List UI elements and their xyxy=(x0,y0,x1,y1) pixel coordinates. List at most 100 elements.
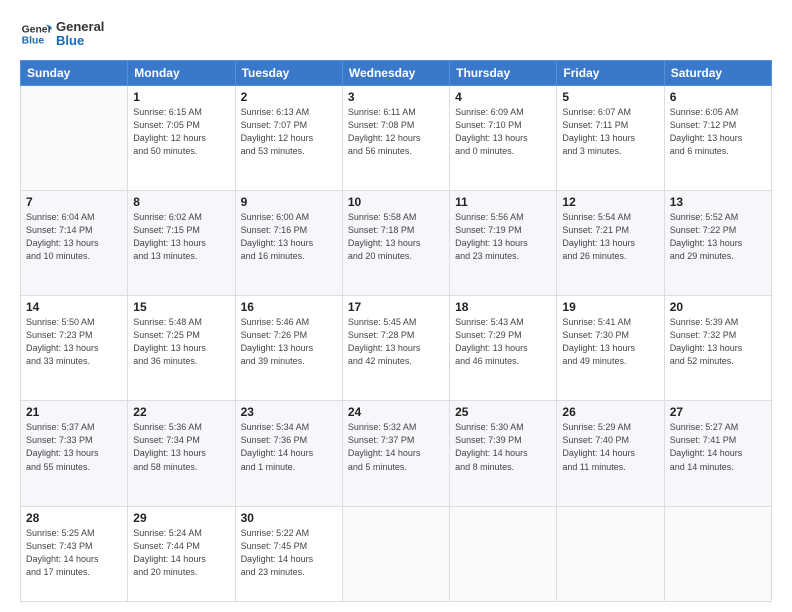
sun-info: Sunrise: 6:07 AMSunset: 7:11 PMDaylight:… xyxy=(562,106,658,158)
calendar-cell: 21 Sunrise: 5:37 AMSunset: 7:33 PMDayligh… xyxy=(21,401,128,506)
svg-text:Blue: Blue xyxy=(22,36,45,47)
day-number: 9 xyxy=(241,195,337,209)
calendar-cell xyxy=(342,506,449,602)
day-number: 16 xyxy=(241,300,337,314)
day-number: 2 xyxy=(241,90,337,104)
logo: General Blue General Blue xyxy=(20,18,104,50)
day-number: 10 xyxy=(348,195,444,209)
calendar-cell: 27 Sunrise: 5:27 AMSunset: 7:41 PMDayligh… xyxy=(664,401,771,506)
day-number: 3 xyxy=(348,90,444,104)
sun-info: Sunrise: 6:02 AMSunset: 7:15 PMDaylight:… xyxy=(133,211,229,263)
sun-info: Sunrise: 5:25 AMSunset: 7:43 PMDaylight:… xyxy=(26,527,122,579)
weekday-header-tuesday: Tuesday xyxy=(235,61,342,86)
calendar-cell: 10 Sunrise: 5:58 AMSunset: 7:18 PMDayligh… xyxy=(342,191,449,296)
sun-info: Sunrise: 5:27 AMSunset: 7:41 PMDaylight:… xyxy=(670,421,766,473)
calendar-cell: 1Sunrise: 6:15 AMSunset: 7:05 PMDaylight… xyxy=(128,86,235,191)
day-number: 4 xyxy=(455,90,551,104)
day-number: 15 xyxy=(133,300,229,314)
sun-info: Sunrise: 6:13 AMSunset: 7:07 PMDaylight:… xyxy=(241,106,337,158)
weekday-header-friday: Friday xyxy=(557,61,664,86)
week-row-4: 21 Sunrise: 5:37 AMSunset: 7:33 PMDayligh… xyxy=(21,401,772,506)
sun-info: Sunrise: 6:04 AMSunset: 7:14 PMDaylight:… xyxy=(26,211,122,263)
header: General Blue General Blue xyxy=(20,18,772,50)
calendar-cell: 26 Sunrise: 5:29 AMSunset: 7:40 PMDayligh… xyxy=(557,401,664,506)
calendar-cell: 7Sunrise: 6:04 AMSunset: 7:14 PMDaylight… xyxy=(21,191,128,296)
day-number: 20 xyxy=(670,300,766,314)
calendar-cell: 18Sunrise: 5:43 AMSunset: 7:29 PMDayligh… xyxy=(450,296,557,401)
sun-info: Sunrise: 5:54 AMSunset: 7:21 PMDaylight:… xyxy=(562,211,658,263)
sun-info: Sunrise: 5:29 AMSunset: 7:40 PMDaylight:… xyxy=(562,421,658,473)
calendar-cell: 16 Sunrise: 5:46 AMSunset: 7:26 PMDayligh… xyxy=(235,296,342,401)
weekday-header-sunday: Sunday xyxy=(21,61,128,86)
page: General Blue General Blue SundayMondayTu… xyxy=(0,0,792,612)
sun-info: Sunrise: 5:32 AMSunset: 7:37 PMDaylight:… xyxy=(348,421,444,473)
sun-info: Sunrise: 5:34 AMSunset: 7:36 PMDaylight:… xyxy=(241,421,337,473)
logo-general: General xyxy=(56,20,104,34)
day-number: 24 xyxy=(348,405,444,419)
calendar-cell: 12 Sunrise: 5:54 AMSunset: 7:21 PMDayligh… xyxy=(557,191,664,296)
day-number: 14 xyxy=(26,300,122,314)
calendar-cell: 20 Sunrise: 5:39 AMSunset: 7:32 PMDayligh… xyxy=(664,296,771,401)
calendar-cell xyxy=(664,506,771,602)
calendar-cell: 8 Sunrise: 6:02 AMSunset: 7:15 PMDaylight… xyxy=(128,191,235,296)
sun-info: Sunrise: 6:05 AMSunset: 7:12 PMDaylight:… xyxy=(670,106,766,158)
sun-info: Sunrise: 6:15 AMSunset: 7:05 PMDaylight:… xyxy=(133,106,229,158)
day-number: 19 xyxy=(562,300,658,314)
sun-info: Sunrise: 5:48 AMSunset: 7:25 PMDaylight:… xyxy=(133,316,229,368)
calendar-cell: 17Sunrise: 5:45 AMSunset: 7:28 PMDayligh… xyxy=(342,296,449,401)
day-number: 26 xyxy=(562,405,658,419)
calendar-cell: 25 Sunrise: 5:30 AMSunset: 7:39 PMDayligh… xyxy=(450,401,557,506)
sun-info: Sunrise: 5:30 AMSunset: 7:39 PMDaylight:… xyxy=(455,421,551,473)
day-number: 25 xyxy=(455,405,551,419)
calendar-cell: 19 Sunrise: 5:41 AMSunset: 7:30 PMDayligh… xyxy=(557,296,664,401)
sun-info: Sunrise: 5:50 AMSunset: 7:23 PMDaylight:… xyxy=(26,316,122,368)
sun-info: Sunrise: 6:09 AMSunset: 7:10 PMDaylight:… xyxy=(455,106,551,158)
day-number: 29 xyxy=(133,511,229,525)
sun-info: Sunrise: 5:43 AMSunset: 7:29 PMDaylight:… xyxy=(455,316,551,368)
weekday-header-saturday: Saturday xyxy=(664,61,771,86)
day-number: 6 xyxy=(670,90,766,104)
sun-info: Sunrise: 5:24 AMSunset: 7:44 PMDaylight:… xyxy=(133,527,229,579)
sun-info: Sunrise: 5:56 AMSunset: 7:19 PMDaylight:… xyxy=(455,211,551,263)
calendar-cell: 13 Sunrise: 5:52 AMSunset: 7:22 PMDayligh… xyxy=(664,191,771,296)
week-row-2: 7Sunrise: 6:04 AMSunset: 7:14 PMDaylight… xyxy=(21,191,772,296)
day-number: 28 xyxy=(26,511,122,525)
day-number: 22 xyxy=(133,405,229,419)
sun-info: Sunrise: 5:45 AMSunset: 7:28 PMDaylight:… xyxy=(348,316,444,368)
day-number: 12 xyxy=(562,195,658,209)
calendar-cell: 5 Sunrise: 6:07 AMSunset: 7:11 PMDaylight… xyxy=(557,86,664,191)
calendar-cell: 28 Sunrise: 5:25 AMSunset: 7:43 PMDayligh… xyxy=(21,506,128,602)
sun-info: Sunrise: 6:00 AMSunset: 7:16 PMDaylight:… xyxy=(241,211,337,263)
day-number: 8 xyxy=(133,195,229,209)
sun-info: Sunrise: 5:22 AMSunset: 7:45 PMDaylight:… xyxy=(241,527,337,579)
calendar-cell: 6 Sunrise: 6:05 AMSunset: 7:12 PMDaylight… xyxy=(664,86,771,191)
sun-info: Sunrise: 5:46 AMSunset: 7:26 PMDaylight:… xyxy=(241,316,337,368)
sun-info: Sunrise: 5:36 AMSunset: 7:34 PMDaylight:… xyxy=(133,421,229,473)
calendar-cell: 23Sunrise: 5:34 AMSunset: 7:36 PMDayligh… xyxy=(235,401,342,506)
calendar-cell xyxy=(21,86,128,191)
sun-info: Sunrise: 5:52 AMSunset: 7:22 PMDaylight:… xyxy=(670,211,766,263)
day-number: 11 xyxy=(455,195,551,209)
calendar-cell: 9 Sunrise: 6:00 AMSunset: 7:16 PMDaylight… xyxy=(235,191,342,296)
day-number: 13 xyxy=(670,195,766,209)
week-row-3: 14 Sunrise: 5:50 AMSunset: 7:23 PMDayligh… xyxy=(21,296,772,401)
sun-info: Sunrise: 5:37 AMSunset: 7:33 PMDaylight:… xyxy=(26,421,122,473)
calendar-cell: 4 Sunrise: 6:09 AMSunset: 7:10 PMDaylight… xyxy=(450,86,557,191)
sun-info: Sunrise: 6:11 AMSunset: 7:08 PMDaylight:… xyxy=(348,106,444,158)
weekday-header-row: SundayMondayTuesdayWednesdayThursdayFrid… xyxy=(21,61,772,86)
sun-info: Sunrise: 5:58 AMSunset: 7:18 PMDaylight:… xyxy=(348,211,444,263)
calendar-cell xyxy=(450,506,557,602)
weekday-header-wednesday: Wednesday xyxy=(342,61,449,86)
logo-blue: Blue xyxy=(56,34,104,48)
calendar-table: SundayMondayTuesdayWednesdayThursdayFrid… xyxy=(20,60,772,602)
calendar-cell: 22 Sunrise: 5:36 AMSunset: 7:34 PMDayligh… xyxy=(128,401,235,506)
day-number: 5 xyxy=(562,90,658,104)
calendar-cell: 30Sunrise: 5:22 AMSunset: 7:45 PMDayligh… xyxy=(235,506,342,602)
weekday-header-thursday: Thursday xyxy=(450,61,557,86)
day-number: 21 xyxy=(26,405,122,419)
day-number: 27 xyxy=(670,405,766,419)
sun-info: Sunrise: 5:41 AMSunset: 7:30 PMDaylight:… xyxy=(562,316,658,368)
week-row-1: 1Sunrise: 6:15 AMSunset: 7:05 PMDaylight… xyxy=(21,86,772,191)
calendar-cell: 24 Sunrise: 5:32 AMSunset: 7:37 PMDayligh… xyxy=(342,401,449,506)
sun-info: Sunrise: 5:39 AMSunset: 7:32 PMDaylight:… xyxy=(670,316,766,368)
